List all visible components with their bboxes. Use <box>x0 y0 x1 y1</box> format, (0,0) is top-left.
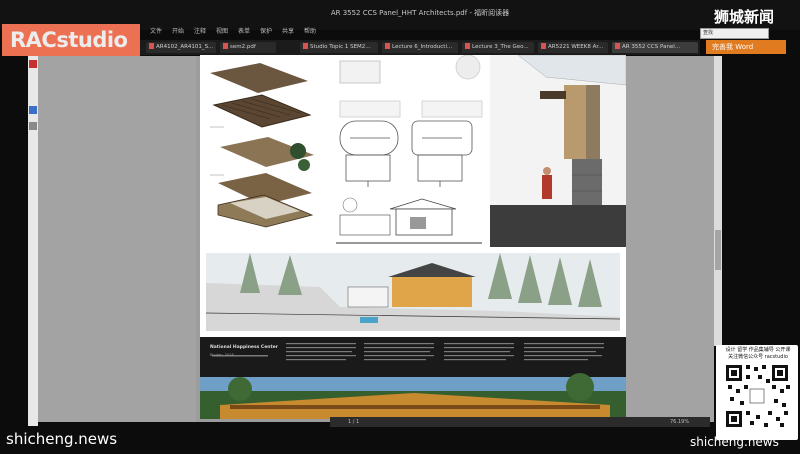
menu-item-protect[interactable]: 保护 <box>260 26 272 35</box>
zoom-level[interactable]: 76.19% <box>670 419 689 425</box>
attachment-icon[interactable] <box>29 122 37 130</box>
tab-document-6[interactable]: AR5221 WEEK8 Ar... <box>538 42 608 53</box>
tab-document-1[interactable]: AR4102_AR4101_S... <box>146 42 216 53</box>
pdf-file-icon <box>385 43 390 49</box>
building-elevation <box>336 197 482 244</box>
bookmark-icon[interactable] <box>29 60 37 68</box>
exploded-axonometric <box>210 63 314 228</box>
detail-section <box>490 55 626 247</box>
menu-item-home[interactable]: 开始 <box>172 26 184 35</box>
pdf-file-icon <box>615 43 620 49</box>
pdf-file-icon <box>223 43 228 49</box>
document-tab-bar: AR4102_AR4101_S... sem2.pdf Studio Topic… <box>140 40 700 55</box>
thumbnail-icon[interactable] <box>29 106 37 114</box>
tab-document-4[interactable]: Lecture 6_Introducti... <box>382 42 458 53</box>
board-title: National Happiness Center <box>210 345 278 350</box>
board-subtitle: Bhutan, 2018 <box>210 353 234 357</box>
pdf-file-icon <box>541 43 546 49</box>
search-input[interactable]: 查找 <box>700 28 769 39</box>
tab-label: sem2.pdf <box>230 44 256 50</box>
page-indicator[interactable]: 1 / 1 <box>348 419 359 425</box>
viewer-margin-right <box>626 56 714 422</box>
tab-document-3[interactable]: Studio Topic 1 SEM2... <box>300 42 378 53</box>
tab-label: Lecture 3_The Geo... <box>472 44 529 50</box>
viewer-margin-left <box>38 56 196 422</box>
side-toolbar <box>28 56 38 426</box>
watermark-bottom-left: shicheng.news <box>6 430 118 448</box>
description-band <box>200 337 626 377</box>
tab-document-2[interactable]: sem2.pdf <box>220 42 276 53</box>
tab-document-5[interactable]: Lecture 3_The Geo... <box>462 42 534 53</box>
pdf-file-icon <box>465 43 470 49</box>
pdf-page[interactable]: National Happiness Center Bhutan, 2018 <box>200 55 626 419</box>
menu-item-share[interactable]: 共享 <box>282 26 294 35</box>
racstudio-logo: RACstudio <box>2 24 140 56</box>
tab-label: AR 3552 CCS Panel... <box>622 44 681 50</box>
vertical-scrollbar[interactable] <box>714 56 722 346</box>
tab-label: AR4102_AR4101_S... <box>156 44 214 50</box>
status-bar: 1 / 1 76.19% <box>330 417 710 427</box>
scrollbar-thumb[interactable] <box>715 230 721 270</box>
pdf-file-icon <box>149 43 154 49</box>
tab-document-active[interactable]: AR 3552 CCS Panel... <box>612 42 698 53</box>
menu-item-file[interactable]: 文件 <box>150 26 162 35</box>
site-section <box>205 253 621 331</box>
tab-label: Studio Topic 1 SEM2... <box>310 44 371 50</box>
pdf-file-icon <box>303 43 308 49</box>
menu-bar: 文件 开始 注释 视图 表单 保护 共享 帮助 <box>150 26 350 38</box>
floor-plans <box>339 55 483 187</box>
menu-item-comment[interactable]: 注释 <box>194 26 206 35</box>
qr-caption-line-1: 设计 留学 作品集辅导 公开课 <box>725 347 791 353</box>
menu-item-form[interactable]: 表单 <box>238 26 250 35</box>
architecture-panel-drawing <box>200 55 626 419</box>
qr-caption-line-2: 关注微信公众号 racstudio <box>728 354 788 360</box>
tab-label: Lecture 6_Introducti... <box>392 44 453 50</box>
watermark-bottom-right: shicheng.news <box>690 435 779 449</box>
render-strip <box>200 373 626 419</box>
menu-item-help[interactable]: 帮助 <box>304 26 316 35</box>
window-title: AR 3552 CCS Panel_HHT Architects.pdf - 福… <box>330 9 510 17</box>
login-button[interactable]: 完善我 Word <box>706 40 786 54</box>
menu-item-view[interactable]: 视图 <box>216 26 228 35</box>
watermark-top-right: 狮城新闻 <box>714 8 775 26</box>
tab-label: AR5221 WEEK8 Ar... <box>548 44 604 50</box>
